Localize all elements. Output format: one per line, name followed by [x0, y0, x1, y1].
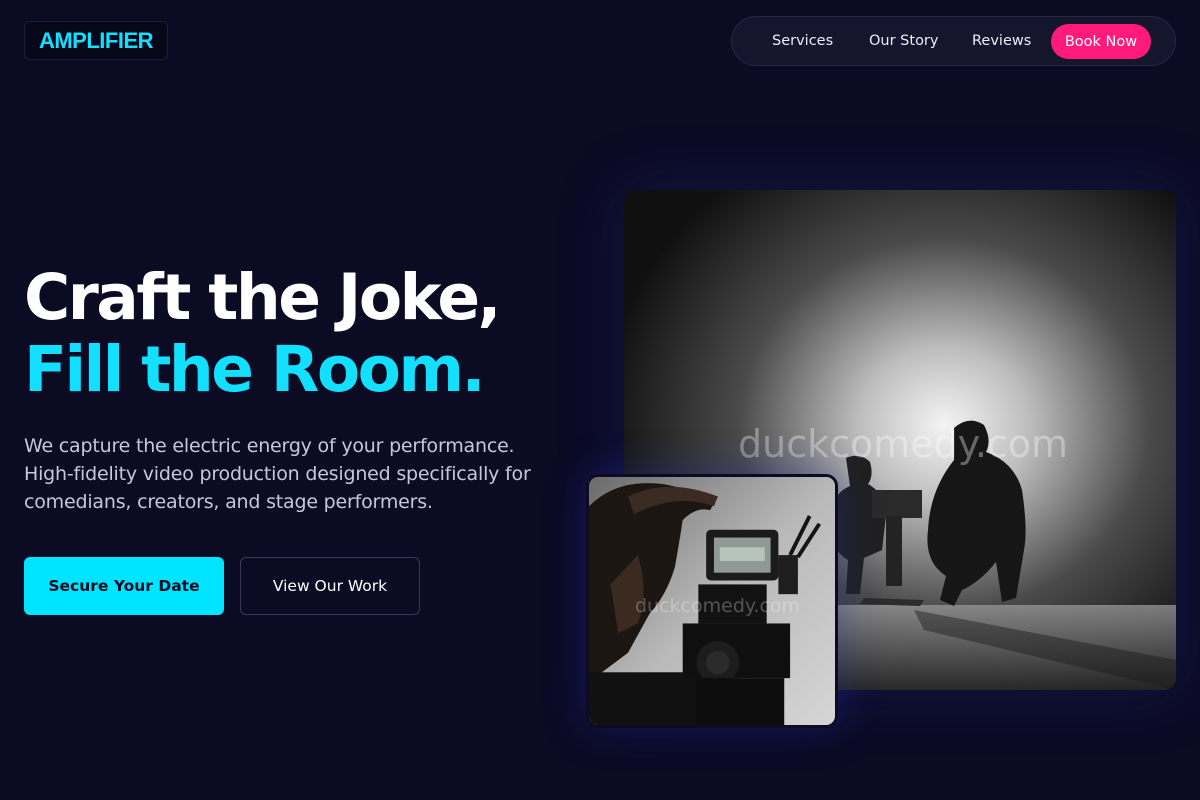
- nav-item-services[interactable]: Services: [772, 17, 833, 65]
- nav-item-reviews[interactable]: Reviews: [972, 17, 1031, 65]
- watermark-main: duckcomedy.com: [738, 422, 1069, 466]
- view-work-button[interactable]: View Our Work: [240, 557, 420, 615]
- brand-logo[interactable]: AMPLIFIER: [24, 21, 168, 60]
- hero-subtext: We capture the electric energy of your p…: [24, 435, 531, 513]
- secure-date-button[interactable]: Secure Your Date: [24, 557, 224, 615]
- nav-item-our-story[interactable]: Our Story: [869, 17, 938, 65]
- landing-page: AMPLIFIER Services Our Story Reviews Boo…: [0, 0, 1200, 800]
- camera-operator-photo: duckcomedy.com: [586, 474, 838, 728]
- headline-line-2: Fill the Room.: [24, 333, 486, 406]
- watermark-small: duckcomedy.com: [635, 595, 801, 617]
- logo-text: AMPLIFIER: [38, 27, 154, 53]
- main-nav: Services Our Story Reviews Book Now: [731, 16, 1176, 66]
- hero-headline: Craft the Joke, Fill the Room.: [24, 261, 502, 406]
- book-now-button[interactable]: Book Now: [1051, 24, 1151, 59]
- headline-line-1: Craft the Joke,: [24, 261, 502, 334]
